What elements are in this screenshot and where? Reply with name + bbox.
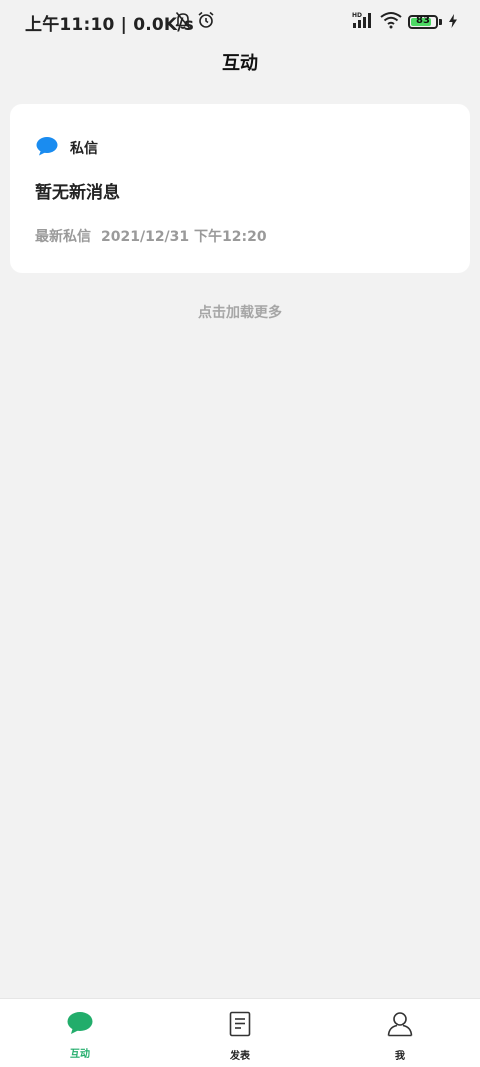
status-time: 上午11:10 bbox=[25, 15, 115, 35]
page-title: 互动 bbox=[222, 53, 258, 74]
chat-bubble-icon bbox=[67, 1011, 93, 1039]
tab-label: 发表 bbox=[230, 1051, 250, 1062]
tab-label: 我 bbox=[395, 1051, 405, 1062]
chat-bubble-icon bbox=[36, 136, 58, 160]
status-separator: | bbox=[120, 15, 128, 35]
message-status: 暂无新消息 bbox=[35, 183, 120, 203]
tab-interaction[interactable]: 互动 bbox=[0, 999, 160, 1067]
alarm-icon bbox=[197, 11, 215, 33]
latest-message-time: 2021/12/31 下午12:20 bbox=[101, 229, 267, 245]
user-icon bbox=[387, 1011, 413, 1041]
status-right-icons: HD 83 bbox=[352, 11, 458, 33]
bottom-tab-bar: 互动 发表 我 bbox=[0, 998, 480, 1067]
private-message-card[interactable]: 私信 暂无新消息 最新私信 2021/12/31 下午12:20 bbox=[10, 104, 470, 273]
page-header: 互动 bbox=[0, 40, 480, 84]
battery-percent: 83 bbox=[416, 15, 430, 26]
signal-hd-label: HD bbox=[352, 12, 362, 19]
charging-icon bbox=[448, 13, 458, 32]
wifi-icon bbox=[380, 11, 402, 33]
card-header: 私信 bbox=[36, 136, 98, 160]
status-bar: 上午11:10 | 0.0K/s HD 83 bbox=[0, 0, 480, 40]
battery-icon: 83 bbox=[408, 15, 438, 29]
bell-muted-icon bbox=[175, 11, 191, 33]
tab-me[interactable]: 我 bbox=[320, 999, 480, 1067]
status-left-icons bbox=[175, 11, 215, 33]
latest-message-label: 最新私信 bbox=[35, 229, 91, 245]
card-title: 私信 bbox=[70, 141, 98, 157]
battery-cap bbox=[439, 19, 442, 25]
signal-icon: HD bbox=[352, 11, 374, 33]
latest-message-meta: 最新私信 2021/12/31 下午12:20 bbox=[35, 226, 267, 246]
document-icon bbox=[229, 1011, 251, 1041]
load-more-button[interactable]: 点击加载更多 bbox=[0, 302, 480, 322]
tab-publish[interactable]: 发表 bbox=[160, 999, 320, 1067]
status-time-speed: 上午11:10 | 0.0K/s bbox=[25, 10, 194, 35]
tab-label: 互动 bbox=[70, 1049, 90, 1060]
